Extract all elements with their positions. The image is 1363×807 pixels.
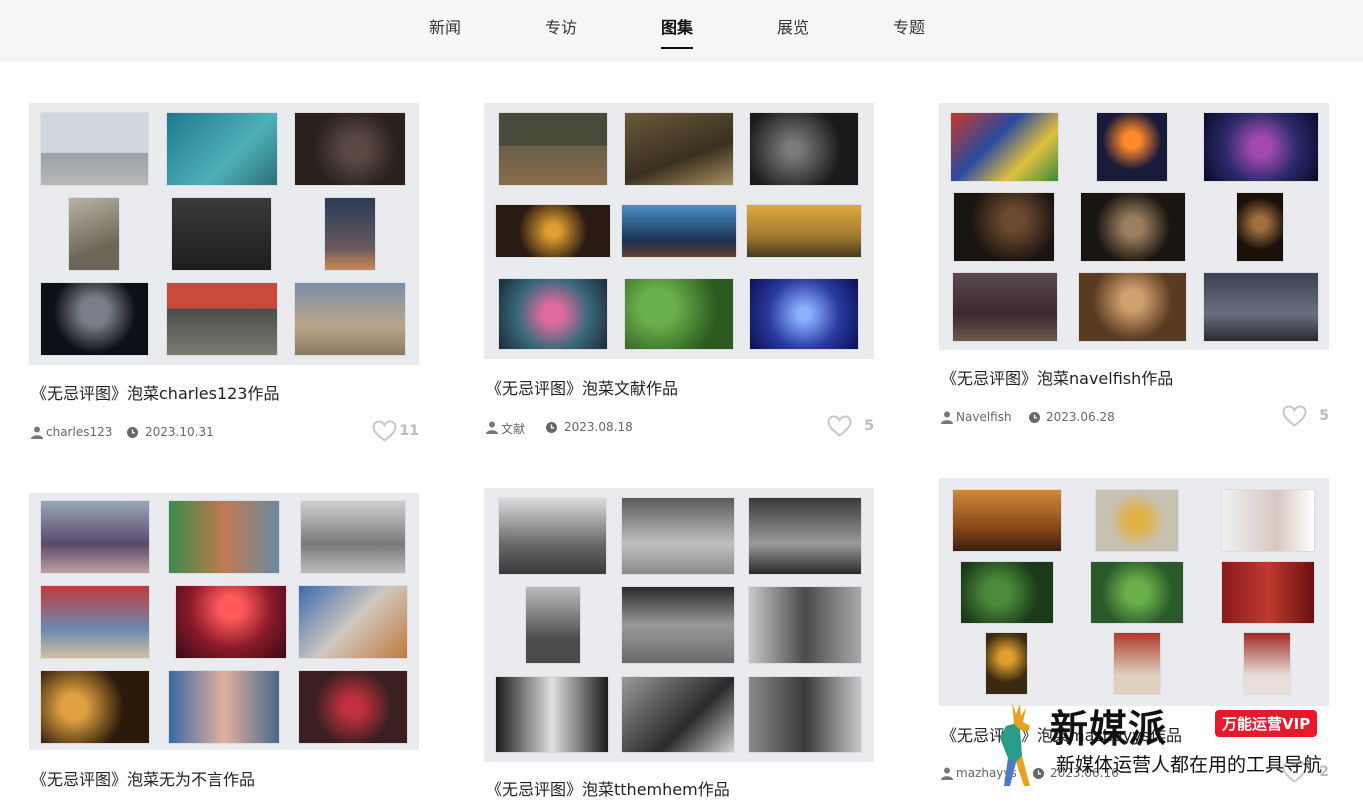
- card-cover-image[interactable]: [484, 103, 874, 359]
- watermark-name: 新媒派: [1050, 707, 1168, 751]
- card-meta: Navelfish 2023.06.28 5: [939, 405, 1329, 428]
- card-title[interactable]: 《无忌评图》泡菜文献作品: [486, 375, 678, 399]
- card-date: 2023.06.28: [1046, 410, 1115, 424]
- watermark-badge: 万能运营VIP: [1215, 710, 1318, 737]
- like-count: 11: [399, 423, 419, 439]
- card-author[interactable]: 文献: [501, 420, 525, 437]
- card-title[interactable]: 《无忌评图》泡菜navelfish作品: [941, 365, 1173, 389]
- tab-news[interactable]: 新闻: [429, 14, 461, 38]
- clock-icon: [1029, 412, 1040, 423]
- user-icon: [486, 421, 498, 434]
- heart-icon[interactable]: [1282, 405, 1307, 427]
- like-count: 5: [1319, 408, 1329, 424]
- card-author[interactable]: Navelfish: [956, 410, 1012, 424]
- card-cover-image[interactable]: [939, 103, 1329, 350]
- card-title[interactable]: 《无忌评图》泡菜无为不言作品: [31, 766, 255, 790]
- site-watermark: 新媒派 万能运营VIP 新媒体运营人都在用的工具导航: [990, 698, 1350, 798]
- card-date: 2023.08.18: [564, 420, 633, 434]
- watermark-slogan: 新媒体运营人都在用的工具导航: [1056, 754, 1323, 776]
- card-title[interactable]: 《无忌评图》泡菜tthemhem作品: [486, 776, 730, 800]
- deer-logo-icon: [1000, 702, 1030, 786]
- tab-galleries[interactable]: 图集: [661, 14, 694, 49]
- tab-interviews[interactable]: 专访: [545, 14, 577, 38]
- card-cover-image[interactable]: [29, 103, 419, 365]
- card-cover-image[interactable]: [29, 493, 419, 750]
- card-cover-image[interactable]: [939, 478, 1329, 706]
- clock-icon: [127, 427, 138, 438]
- card-meta: 文献 2023.08.18 5: [484, 415, 874, 438]
- clock-icon: [546, 422, 557, 433]
- user-icon: [941, 411, 953, 424]
- card-meta: charles123 2023.10.31 11: [29, 420, 419, 443]
- card-title[interactable]: 《无忌评图》泡菜charles123作品: [31, 380, 280, 404]
- card-cover-image[interactable]: [484, 488, 874, 762]
- like-count: 5: [864, 418, 874, 434]
- card-date: 2023.10.31: [145, 425, 214, 439]
- heart-icon[interactable]: [827, 415, 852, 437]
- tab-exhibitions[interactable]: 展览: [777, 14, 809, 38]
- user-icon: [941, 767, 953, 780]
- heart-icon[interactable]: [372, 420, 397, 442]
- tab-topics[interactable]: 专题: [893, 14, 925, 38]
- user-icon: [31, 426, 43, 439]
- card-author[interactable]: charles123: [46, 425, 112, 439]
- top-nav: 新闻 专访 图集 展览 专题: [0, 0, 1363, 62]
